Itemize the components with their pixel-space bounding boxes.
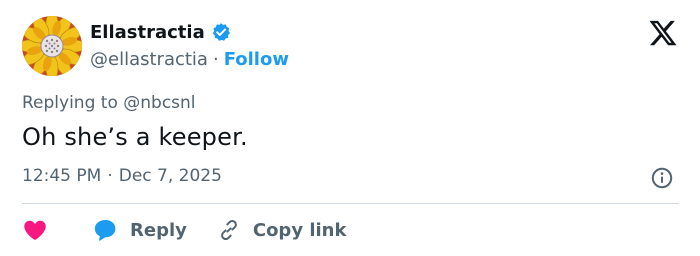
reply-label: Reply <box>130 219 187 241</box>
speech-bubble-icon <box>94 220 116 241</box>
reply-button[interactable]: Reply <box>92 217 187 243</box>
replying-to-line: Replying to @nbcsnl <box>22 93 196 113</box>
replying-to-handle[interactable]: @nbcsnl <box>123 93 195 113</box>
verified-badge-icon <box>211 22 231 42</box>
info-icon[interactable] <box>650 166 674 190</box>
copy-link-label: Copy link <box>252 219 347 241</box>
avatar[interactable] <box>22 16 82 76</box>
tweet-text: Oh she’s a keeper. <box>22 123 248 151</box>
handle-row: @ellastractia · Follow <box>90 46 289 72</box>
tweet-header: Ellastractia @ellastractia · Follow <box>22 16 678 80</box>
separator-dot: · <box>212 48 219 70</box>
action-bar: Reply Copy link <box>22 214 346 246</box>
replying-to-label: Replying to <box>22 93 124 113</box>
display-name[interactable]: Ellastractia <box>90 22 205 43</box>
user-handle[interactable]: @ellastractia <box>90 49 208 70</box>
x-logo-icon[interactable] <box>648 18 678 48</box>
divider <box>22 203 679 204</box>
sunflower-avatar-image <box>22 16 82 76</box>
follow-button[interactable]: Follow <box>224 49 289 70</box>
heart-icon <box>24 220 46 240</box>
name-row: Ellastractia <box>90 20 289 44</box>
separator-dot: · <box>107 166 113 186</box>
copy-link-button[interactable]: Copy link <box>217 218 347 242</box>
user-info: Ellastractia @ellastractia · Follow <box>90 20 289 72</box>
tweet-time: 12:45 PM <box>22 166 102 186</box>
link-icon <box>220 219 237 241</box>
like-button[interactable] <box>22 217 48 243</box>
tweet-timestamp[interactable]: 12:45 PM · Dec 7, 2025 <box>22 166 222 186</box>
tweet-date: Dec 7, 2025 <box>118 166 222 186</box>
